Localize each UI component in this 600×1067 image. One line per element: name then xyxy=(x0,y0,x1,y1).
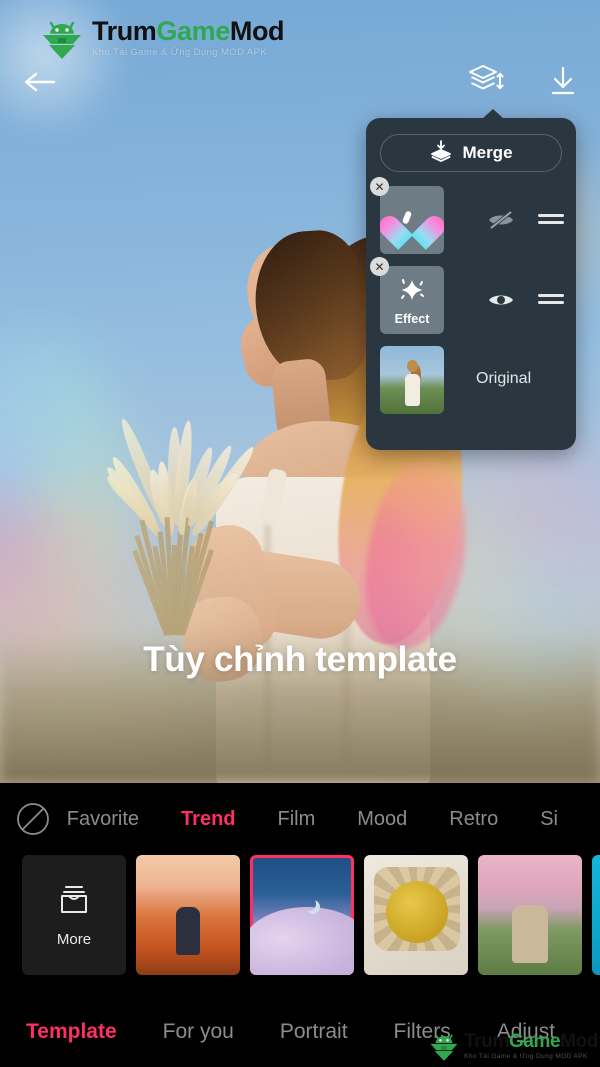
layer-label: Original xyxy=(476,370,532,387)
more-templates-button[interactable]: More xyxy=(22,855,126,975)
android-robot-logo-icon xyxy=(427,1029,461,1063)
merge-button[interactable]: Merge xyxy=(380,134,562,172)
category-tab-si[interactable]: Si xyxy=(540,808,558,831)
layer-row[interactable]: ✕ Effect xyxy=(370,257,564,334)
category-tab-favorite[interactable]: Favorite xyxy=(67,808,139,831)
back-button[interactable] xyxy=(20,62,60,102)
template-moon-clouds[interactable] xyxy=(250,855,354,975)
watermark-top: TrumGameMod Kho Tải Game & Ứng Dụng MOD … xyxy=(38,14,285,62)
watermark-title: TrumGameMod xyxy=(464,1032,598,1051)
photo-editor-screen: Tùy chỉnh template TrumGameMod Kho Tải G… xyxy=(0,0,600,1067)
archive-box-icon xyxy=(56,883,92,922)
gradient-heart-icon xyxy=(392,202,432,239)
watermark-title-part1: Trum xyxy=(464,1030,509,1052)
merge-label: Merge xyxy=(462,143,513,162)
bottom-sheet: Favorite Trend Film Mood Retro Si More T… xyxy=(0,783,600,1067)
watermark-tagline: Kho Tải Game & Ứng Dụng MOD APK xyxy=(464,1052,588,1060)
drag-handle-icon[interactable] xyxy=(538,292,564,306)
watermark-text: TrumGameMod Kho Tải Game & Ứng Dụng MOD … xyxy=(92,16,285,59)
no-filter-icon[interactable] xyxy=(0,800,67,838)
layer-thumbnail-effect[interactable]: Effect xyxy=(380,266,444,334)
template-pink-sunset[interactable] xyxy=(478,855,582,975)
template-cyan[interactable] xyxy=(592,855,600,975)
watermark-tagline: Kho Tải Game & Ứng Dụng MOD APK xyxy=(92,47,268,59)
eye-hidden-icon[interactable] xyxy=(486,208,516,232)
merge-layers-icon xyxy=(429,139,453,168)
template-strip[interactable]: More xyxy=(0,855,600,983)
template-lemon-basket[interactable] xyxy=(364,855,468,975)
nav-for-you[interactable]: For you xyxy=(163,1020,234,1044)
nav-template[interactable]: Template xyxy=(26,1020,117,1044)
watermark-title-part1: Trum xyxy=(92,16,157,47)
eye-visible-icon[interactable] xyxy=(486,288,516,312)
close-icon[interactable]: ✕ xyxy=(370,257,389,276)
top-right-actions xyxy=(464,58,586,104)
close-icon[interactable]: ✕ xyxy=(370,177,389,196)
watermark-title: TrumGameMod xyxy=(92,16,285,47)
android-robot-logo-icon xyxy=(38,14,86,62)
template-flower-field[interactable] xyxy=(136,855,240,975)
photo-thumbnail[interactable] xyxy=(380,346,444,414)
layers-reorder-icon[interactable] xyxy=(464,58,510,104)
watermark-text: TrumGameMod Kho Tải Game & Ứng Dụng MOD … xyxy=(464,1032,598,1061)
category-tab-mood[interactable]: Mood xyxy=(357,808,407,831)
layer-row[interactable]: Original xyxy=(380,346,562,414)
more-label: More xyxy=(56,930,92,948)
nav-portrait[interactable]: Portrait xyxy=(280,1020,348,1044)
layer-row[interactable]: ✕ xyxy=(370,177,564,254)
watermark-title-part2: Game xyxy=(156,16,230,47)
watermark-title-part2: Game xyxy=(508,1030,561,1052)
category-tabs: Favorite Trend Film Mood Retro Si xyxy=(0,783,600,855)
category-tab-film[interactable]: Film xyxy=(278,808,316,831)
category-tab-trend[interactable]: Trend xyxy=(181,808,235,831)
layer-thumbnail-heart[interactable] xyxy=(380,186,444,254)
watermark-title-part3: Mod xyxy=(229,16,285,47)
watermark-title-part3: Mod xyxy=(560,1030,598,1052)
drag-handle-icon[interactable] xyxy=(538,212,564,226)
prism-streaks-left xyxy=(0,470,280,770)
overlay-headline: Tùy chỉnh template xyxy=(143,640,457,679)
watermark-bottom: TrumGameMod Kho Tải Game & Ứng Dụng MOD … xyxy=(427,1029,598,1063)
download-icon[interactable] xyxy=(540,58,586,104)
category-tab-retro[interactable]: Retro xyxy=(449,808,498,831)
layers-panel: Merge ✕ ✕ Effect Original xyxy=(366,109,576,450)
sparkle-icon xyxy=(395,275,429,310)
layer-label: Effect xyxy=(394,311,430,326)
